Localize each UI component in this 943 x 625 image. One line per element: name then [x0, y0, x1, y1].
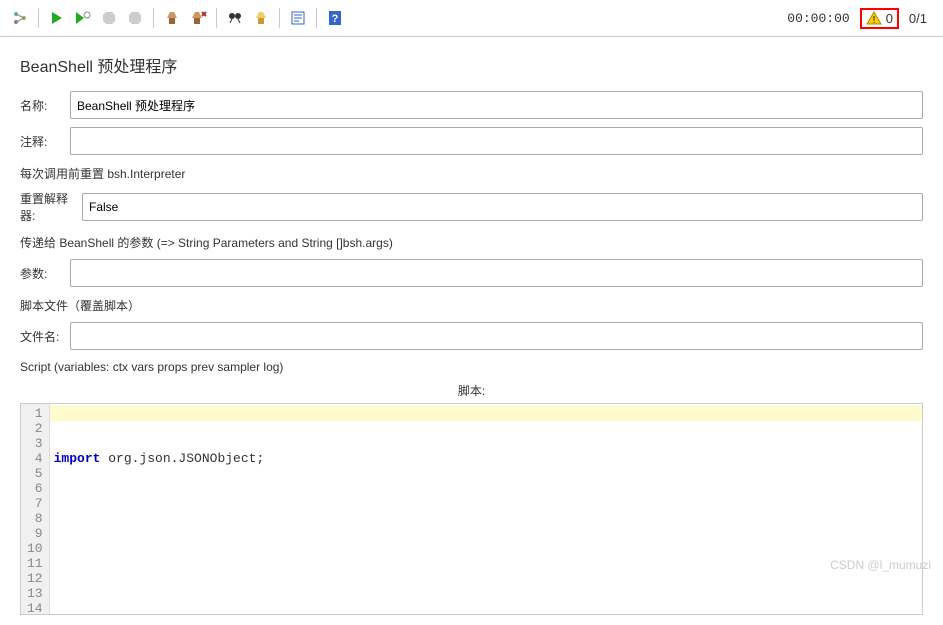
function-helper-button[interactable] [286, 6, 310, 30]
script-section-label: Script (variables: ctx vars props prev s… [20, 360, 923, 374]
filename-input[interactable] [70, 322, 923, 350]
svg-text:?: ? [332, 13, 339, 25]
main-toolbar: ? 00:00:00 ! 0 0/1 [0, 0, 943, 37]
file-section-label: 脚本文件（覆盖脚本） [20, 297, 923, 314]
help-button[interactable]: ? [323, 6, 347, 30]
warning-icon: ! [866, 11, 882, 25]
name-label: 名称: [20, 97, 70, 114]
svg-text:!: ! [872, 15, 875, 25]
start-no-timers-button[interactable] [71, 6, 95, 30]
code-area[interactable]: import org.json.JSONObject; // 获取 HTTP 请… [50, 404, 922, 614]
watermark: CSDN @l_mumuzi [830, 558, 931, 572]
toolbar-separator [153, 8, 154, 28]
start-button[interactable] [45, 6, 69, 30]
toolbar-separator [216, 8, 217, 28]
reset-section-label: 每次调用前重置 bsh.Interpreter [20, 165, 923, 182]
reset-label: 重置解释器: [20, 190, 82, 224]
thread-count: 0/1 [901, 11, 935, 26]
reset-input[interactable] [82, 193, 923, 221]
warning-count: 0 [886, 11, 893, 26]
toolbar-separator [38, 8, 39, 28]
params-section-label: 传递给 BeanShell 的参数 (=> String Parameters … [20, 234, 923, 251]
stop-button[interactable] [97, 6, 121, 30]
toolbar-separator [316, 8, 317, 28]
script-header: 脚本: [20, 382, 923, 399]
comment-label: 注释: [20, 133, 70, 150]
name-input[interactable] [70, 91, 923, 119]
shutdown-button[interactable] [123, 6, 147, 30]
comment-input[interactable] [70, 127, 923, 155]
config-panel: BeanShell 预处理程序 名称: 注释: 每次调用前重置 bsh.Inte… [0, 37, 943, 625]
clear-button[interactable] [160, 6, 184, 30]
current-line-highlight [50, 406, 922, 421]
search-button[interactable] [223, 6, 247, 30]
params-label: 参数: [20, 265, 70, 282]
clear-all-button[interactable] [186, 6, 210, 30]
elapsed-timer: 00:00:00 [779, 11, 857, 26]
filename-label: 文件名: [20, 328, 70, 345]
toolbar-separator [279, 8, 280, 28]
panel-title: BeanShell 预处理程序 [20, 47, 923, 91]
warning-indicator[interactable]: ! 0 [860, 8, 899, 29]
tree-icon[interactable] [8, 6, 32, 30]
search-reset-button[interactable] [249, 6, 273, 30]
params-input[interactable] [70, 259, 923, 287]
line-gutter: 1234567891011121314 [21, 404, 50, 614]
script-editor[interactable]: 1234567891011121314 import org.json.JSON… [20, 403, 923, 615]
